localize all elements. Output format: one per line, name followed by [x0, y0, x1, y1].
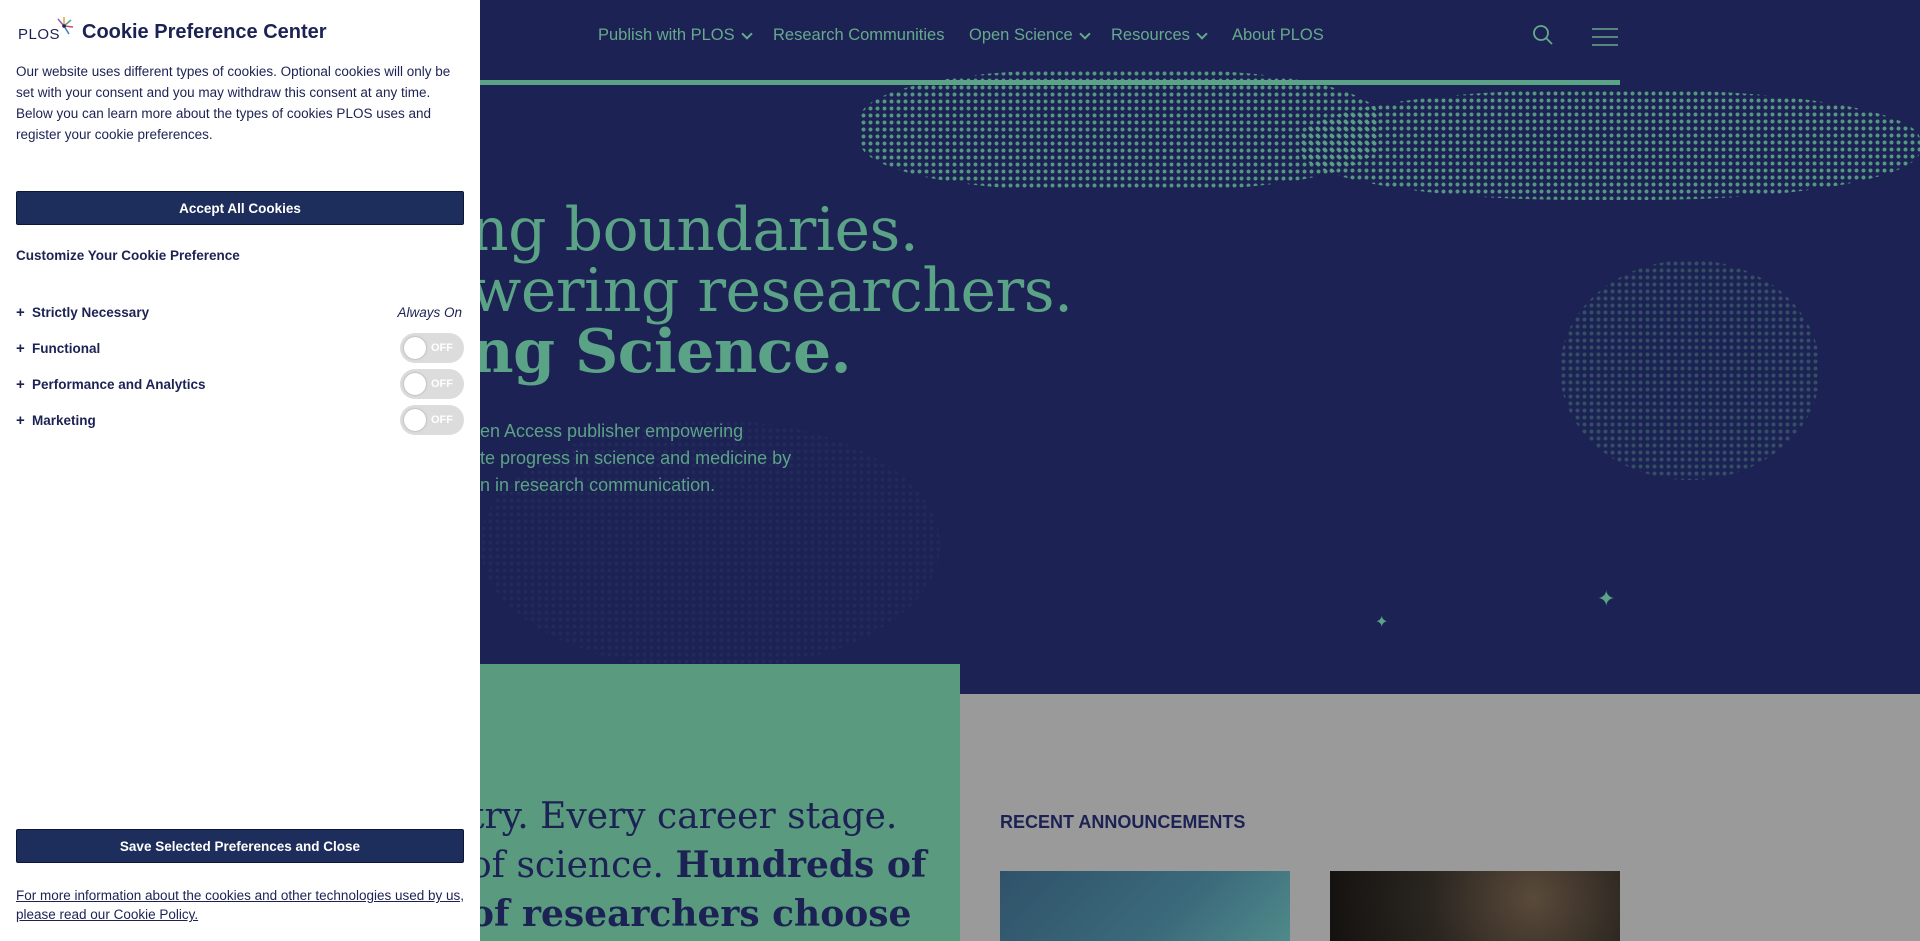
hero-subtitle: pen Access publisher empowering ate prog… — [470, 421, 792, 495]
expand-plus-icon[interactable]: + — [16, 376, 25, 393]
toggle-knob — [404, 337, 426, 359]
toggle-knob — [404, 373, 426, 395]
cookie-preference-panel: PLOS Cookie Preference Center Our websit… — [0, 0, 480, 941]
nav-open-science[interactable]: Open Science — [969, 26, 1091, 45]
cookie-panel-title: Cookie Preference Center — [82, 20, 327, 43]
announcement-card[interactable] — [1000, 871, 1290, 941]
nav-research-communities[interactable]: Research Communities — [773, 26, 944, 45]
nav-divider — [480, 80, 1620, 85]
chevron-down-icon — [1078, 27, 1091, 40]
expand-plus-icon[interactable]: + — [16, 412, 25, 429]
cookie-description: Our website uses different types of cook… — [16, 64, 451, 142]
performance-analytics-toggle[interactable]: OFF — [400, 369, 464, 399]
accept-all-cookies-button[interactable]: Accept All Cookies — [16, 191, 464, 225]
cookie-category-marketing[interactable]: + Marketing OFF — [16, 405, 464, 435]
search-icon[interactable] — [1532, 24, 1554, 46]
halftone-texture — [860, 70, 1380, 190]
hero-headline: ng boundaries. wering researchers. ng Sc… — [470, 195, 1073, 387]
sparkle-icon: ✦ — [1597, 586, 1616, 611]
nav-about-plos[interactable]: About PLOS — [1232, 26, 1324, 45]
nav-publish-with-plos[interactable]: Publish with PLOS — [598, 26, 753, 45]
expand-plus-icon[interactable]: + — [16, 340, 25, 357]
community-text: try. Every career stage. of science. Hun… — [470, 796, 927, 935]
toggle-knob — [404, 409, 426, 431]
announcement-card[interactable] — [1330, 871, 1620, 941]
nav-resources[interactable]: Resources — [1111, 26, 1208, 45]
page: Publish with PLOS Research Communities O… — [0, 0, 1920, 941]
always-on-label: Always On — [397, 304, 462, 320]
customize-heading: Customize Your Cookie Preference — [16, 248, 240, 263]
halftone-texture — [1560, 260, 1820, 480]
cookie-panel-header: PLOS Cookie Preference Center — [18, 14, 327, 50]
hamburger-menu-icon[interactable] — [1592, 28, 1618, 46]
main-nav: Publish with PLOS Research Communities O… — [480, 0, 1620, 74]
chevron-down-icon — [1196, 27, 1208, 40]
chevron-down-icon — [740, 27, 753, 40]
cookie-category-functional[interactable]: + Functional OFF — [16, 333, 464, 363]
save-preferences-button[interactable]: Save Selected Preferences and Close — [16, 829, 464, 863]
plos-logo: PLOS — [18, 14, 74, 50]
marketing-toggle[interactable]: OFF — [400, 405, 464, 435]
cookie-policy-link[interactable]: For more information about the cookies a… — [16, 886, 464, 924]
halftone-texture — [1300, 90, 1920, 200]
expand-plus-icon[interactable]: + — [16, 304, 25, 321]
announcements-title: RECENT ANNOUNCEMENTS — [1000, 812, 1246, 832]
logo-burst-icon — [57, 17, 74, 35]
sparkle-icon: ✦ — [1375, 614, 1389, 631]
cookie-category-performance-analytics[interactable]: + Performance and Analytics OFF — [16, 369, 464, 399]
functional-toggle[interactable]: OFF — [400, 333, 464, 363]
cookie-category-strictly-necessary[interactable]: + Strictly Necessary Always On — [16, 297, 464, 327]
